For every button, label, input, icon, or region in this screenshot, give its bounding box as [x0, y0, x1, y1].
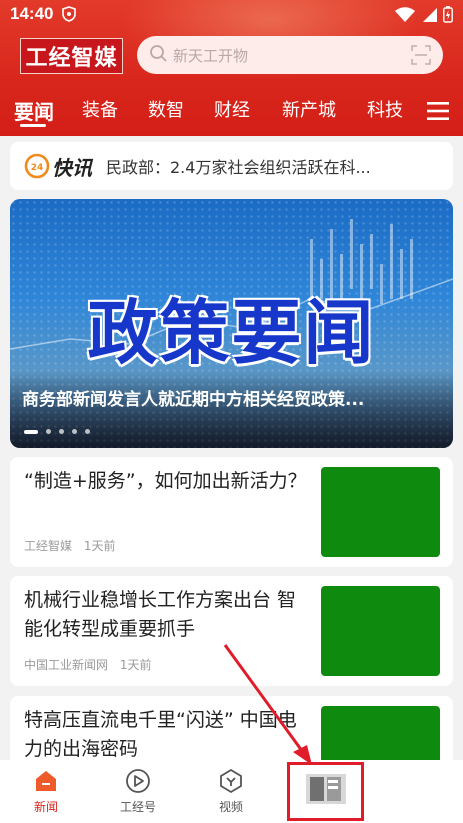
signal-icon [423, 7, 437, 22]
news-title: “制造+服务”，如何加出新活力？ [24, 470, 307, 492]
banner-pager [24, 429, 90, 434]
tab-keji[interactable]: 科技 [367, 96, 403, 122]
news-card[interactable]: 机械行业稳增长工作方案出台 智能化转型成重要抓手 中国工业新闻网 1天前 [10, 576, 453, 686]
search-input[interactable]: 新天工开物 [173, 45, 411, 66]
tab-yaowen[interactable]: 要闻 [14, 96, 54, 125]
banner-headline: 政策要闻 [87, 291, 376, 374]
battery-icon [443, 6, 453, 23]
pager-dot [85, 429, 90, 434]
news-thumbnail [321, 586, 440, 676]
status-bar: 14:40 [0, 0, 463, 30]
news-source: 工经智媒 [24, 539, 73, 553]
news-source: 中国工业新闻网 [24, 658, 109, 672]
nav-label: 视频 [218, 800, 243, 814]
search-icon [149, 44, 167, 66]
status-time: 14:40 [10, 4, 54, 23]
news-title: 特高压直流电千里“闪送” 中国电力的出海密码 [24, 709, 297, 760]
bottom-nav: 新闻 工经号 视频 [0, 760, 463, 823]
pager-dot [59, 429, 64, 434]
news-time: 1天前 [119, 658, 152, 672]
search-bar[interactable]: 新天工开物 [137, 36, 443, 74]
tab-shuzhi[interactable]: 数智 [148, 96, 184, 122]
nav-item-news[interactable]: 新闻 [16, 768, 76, 815]
home-icon [36, 771, 56, 791]
news-meta: 中国工业新闻网 1天前 [24, 656, 151, 673]
flash-title: 快讯 [52, 155, 92, 180]
svg-text:24: 24 [31, 163, 44, 173]
news-title: 机械行业稳增长工作方案出台 智能化转型成重要抓手 [24, 589, 297, 640]
nav-label: 新闻 [33, 800, 58, 814]
wifi-icon [395, 6, 415, 22]
play-circle-icon [126, 769, 150, 793]
shield-icon [62, 6, 76, 26]
clock-24-icon: 24 [24, 153, 50, 179]
nav-item-video[interactable]: 视频 [201, 768, 261, 815]
news-card[interactable]: “制造+服务”，如何加出新活力？ 工经智媒 1天前 [10, 457, 453, 567]
pager-dot [72, 429, 77, 434]
tab-xinchancheng[interactable]: 新产城 [282, 96, 336, 122]
status-icons [395, 6, 453, 23]
flash-news-bar[interactable]: 24 快讯 民政部：2.4万家社会组织活跃在科... [10, 142, 453, 190]
category-tabs: 要闻 装备 数智 财经 新产城 科技 [0, 92, 463, 132]
news-time: 1天前 [83, 539, 116, 553]
nav-item-gongjinghao[interactable]: 工经号 [108, 768, 168, 815]
app-logo[interactable]: 工经智媒 [20, 38, 123, 74]
scan-icon[interactable] [411, 45, 431, 65]
banner-caption: 商务部新闻发言人就近期中方相关经贸政策... [22, 390, 365, 410]
hero-banner[interactable]: 政策要闻 商务部新闻发言人就近期中方相关经贸政策... [10, 199, 453, 448]
news-thumbnail [321, 467, 440, 557]
menu-icon[interactable] [426, 100, 450, 126]
active-tab-indicator [20, 124, 46, 127]
pager-dot-active [24, 429, 38, 434]
flash-headline[interactable]: 民政部：2.4万家社会组织活跃在科... [106, 154, 371, 178]
tab-zhuangbei[interactable]: 装备 [82, 96, 118, 122]
news-meta: 工经智媒 1天前 [24, 537, 115, 554]
annotation-highlight-box [287, 762, 364, 821]
app-header: 14:40 工经智媒 新天工开物 要闻 装备 数智 财经 新产城 科技 [0, 0, 463, 136]
nav-label: 工经号 [119, 800, 156, 814]
video-icon [220, 768, 242, 794]
tab-caijing[interactable]: 财经 [214, 96, 250, 122]
pager-dot [46, 429, 51, 434]
